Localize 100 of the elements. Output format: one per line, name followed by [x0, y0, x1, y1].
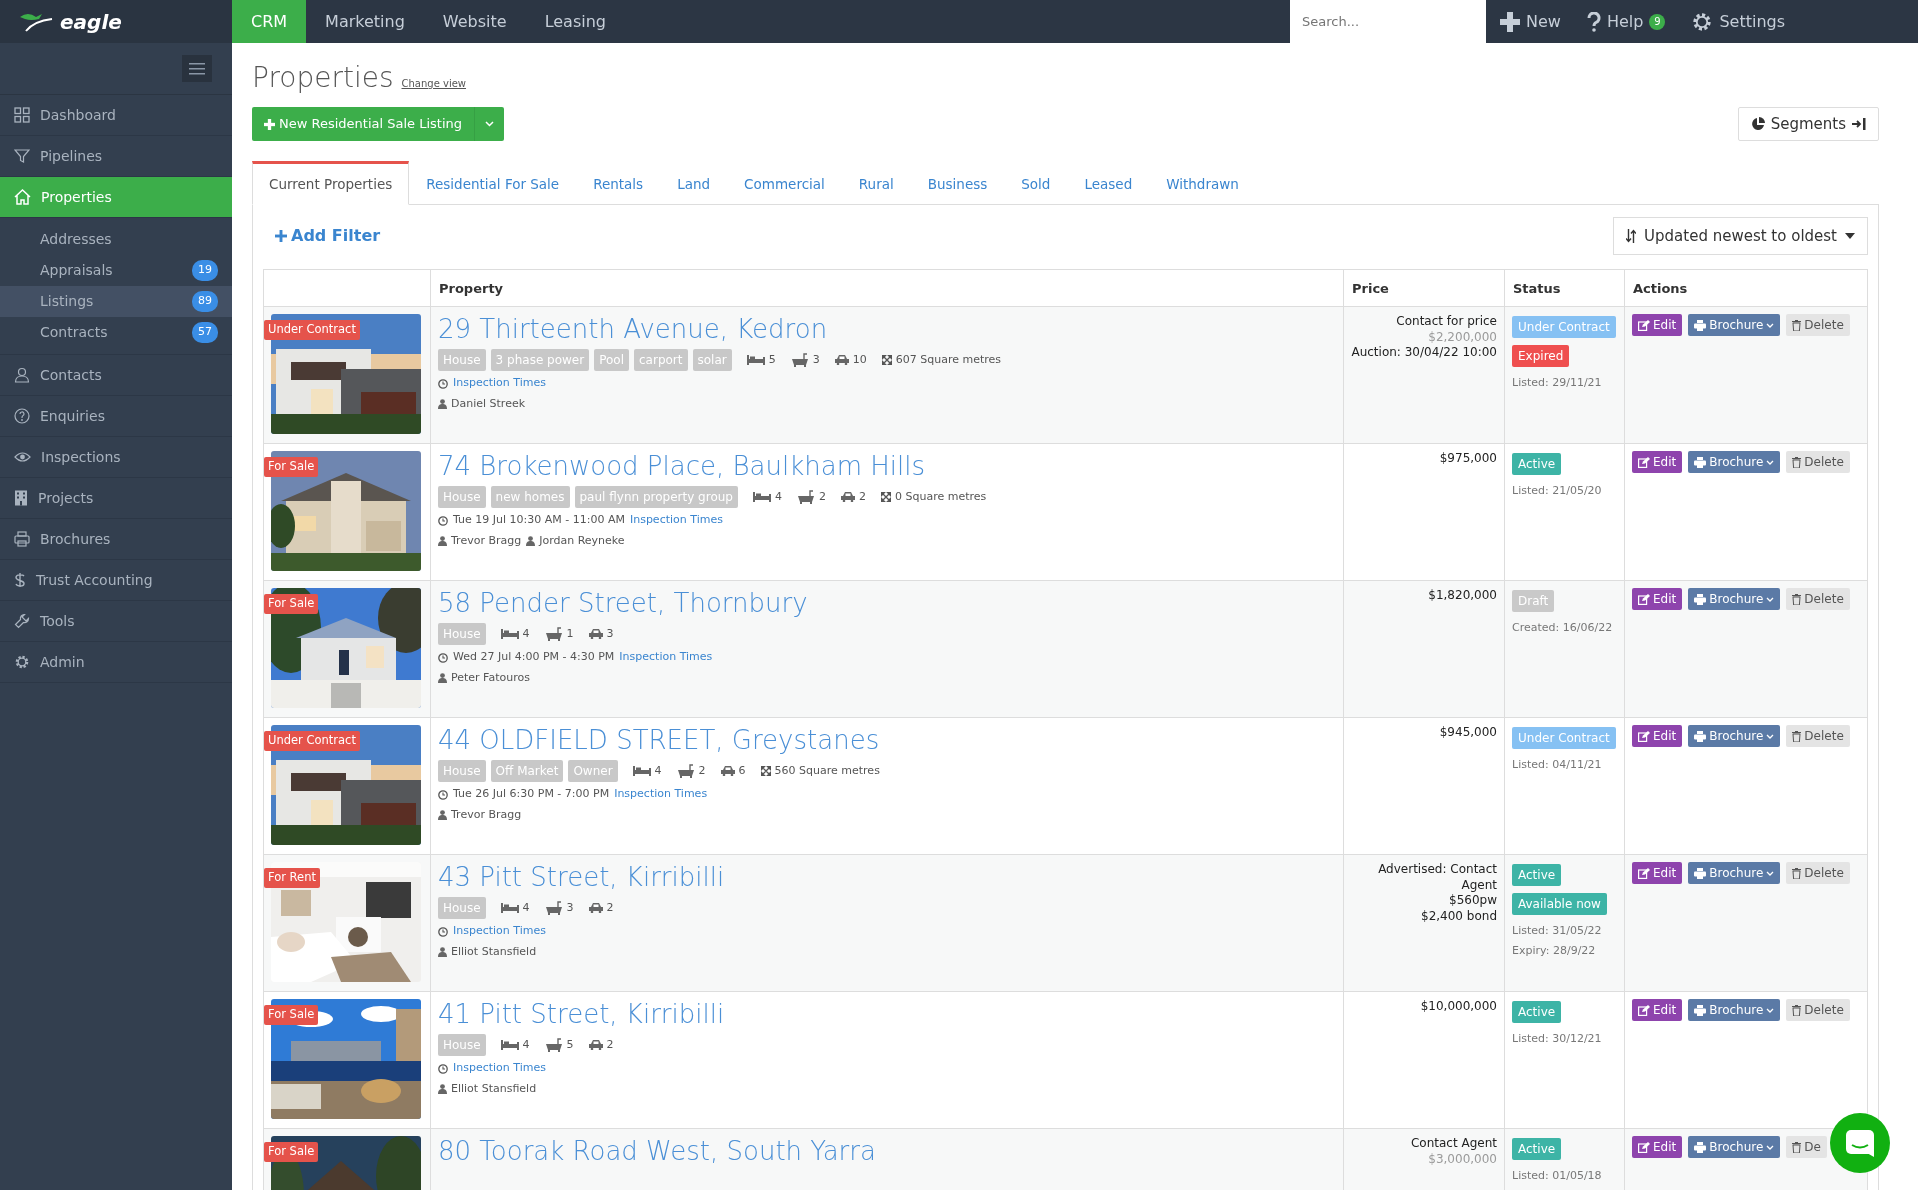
sidebar-item[interactable]: Admin: [0, 642, 232, 683]
nav-tab[interactable]: Leasing: [525, 0, 625, 43]
clock-icon: [438, 926, 448, 937]
sidebar-subitem[interactable]: Contracts 57: [0, 317, 232, 348]
inspection-times-link[interactable]: Inspection Times: [619, 649, 713, 666]
listing-tab[interactable]: Land: [660, 161, 728, 206]
inspection-times-link[interactable]: Inspection Times: [614, 786, 708, 803]
sidebar-item[interactable]: Dashboard: [0, 95, 232, 136]
contacts-icon: [14, 367, 30, 383]
inspection-times-link[interactable]: Inspection Times: [453, 923, 546, 940]
brochure-button[interactable]: Brochure: [1688, 725, 1781, 748]
delete-button[interactable]: De: [1786, 1136, 1827, 1159]
nav-tab[interactable]: Marketing: [306, 0, 424, 43]
sort-dropdown[interactable]: Updated newest to oldest: [1613, 217, 1868, 256]
sidebar-subitem[interactable]: Addresses: [0, 224, 232, 255]
brochure-button[interactable]: Brochure: [1688, 1136, 1781, 1159]
property-title-link[interactable]: 74 Brokenwood Place, Baulkham Hills: [438, 451, 925, 483]
agent-name: Peter Fatouros: [451, 669, 530, 686]
inspection-times-link[interactable]: Inspection Times: [453, 375, 546, 392]
search-field[interactable]: Search...: [1290, 0, 1486, 43]
sidebar-item[interactable]: Brochures: [0, 519, 232, 560]
brochure-button[interactable]: Brochure: [1688, 314, 1781, 337]
printer-icon: [1694, 456, 1707, 468]
sidebar-item[interactable]: Inspections: [0, 437, 232, 478]
count-badge: 19: [192, 260, 218, 281]
user-icon: [438, 1084, 447, 1095]
printer-icon: [1694, 593, 1707, 605]
edit-button[interactable]: Edit: [1632, 1136, 1683, 1159]
feature-value: 607 Square metres: [895, 352, 1001, 369]
top-action-button[interactable]: Settings: [1691, 9, 1785, 34]
nav-tab[interactable]: CRM: [232, 0, 307, 43]
listing-tab[interactable]: Business: [910, 161, 1005, 206]
edit-button[interactable]: Edit: [1632, 451, 1683, 474]
bath-icon: [790, 353, 809, 368]
segments-button[interactable]: Segments: [1737, 107, 1879, 141]
delete-button[interactable]: Delete: [1786, 314, 1850, 337]
property-title-link[interactable]: 44 OLDFIELD STREET, Greystanes: [438, 725, 880, 757]
brochure-button[interactable]: Brochure: [1688, 451, 1781, 474]
edit-icon: [1638, 1004, 1650, 1016]
listing-tab[interactable]: Withdrawn: [1149, 161, 1256, 206]
delete-button[interactable]: Delete: [1786, 451, 1850, 474]
inspection-times-link[interactable]: Inspection Times: [629, 512, 723, 529]
nav-tab[interactable]: Website: [423, 0, 526, 43]
chat-icon: [1845, 1129, 1875, 1157]
property-title-link[interactable]: 41 Pitt Street, Kirribilli: [438, 999, 725, 1031]
sidebar-item[interactable]: Properties: [0, 177, 232, 218]
trash-icon: [1792, 867, 1802, 879]
agent-name: Elliot Stansfield: [451, 1080, 537, 1097]
listing-tab[interactable]: Residential For Sale: [409, 161, 577, 206]
feature-value: 5: [566, 1037, 574, 1054]
sidebar-item[interactable]: Projects: [0, 478, 232, 519]
chat-button[interactable]: [1830, 1113, 1890, 1173]
column-header: Price: [1343, 269, 1505, 307]
property-title-link[interactable]: 43 Pitt Street, Kirribilli: [438, 862, 725, 894]
count-badge: 89: [192, 291, 218, 312]
printer-icon: [1694, 319, 1707, 331]
delete-button[interactable]: Delete: [1786, 588, 1850, 611]
pie-chart-icon: [1750, 117, 1765, 131]
listing-tab[interactable]: Sold: [1004, 161, 1068, 206]
feature-value: 2: [606, 900, 614, 917]
delete-button[interactable]: Delete: [1786, 862, 1850, 885]
listing-ribbon: For Sale: [264, 594, 319, 614]
listing-tab[interactable]: Rural: [841, 161, 911, 206]
change-view-link[interactable]: Change view: [401, 76, 466, 91]
status-badge: Expired: [1512, 345, 1570, 368]
brochure-button[interactable]: Brochure: [1688, 862, 1781, 885]
listing-tab[interactable]: Rentals: [576, 161, 661, 206]
brochure-button[interactable]: Brochure: [1688, 588, 1781, 611]
sidebar-item[interactable]: Tools: [0, 601, 232, 642]
edit-button[interactable]: Edit: [1632, 999, 1683, 1022]
bath-icon: [544, 627, 563, 642]
menu-icon: [189, 62, 205, 75]
brochure-button[interactable]: Brochure: [1688, 999, 1781, 1022]
delete-button[interactable]: Delete: [1786, 999, 1850, 1022]
sidebar-item[interactable]: Enquiries: [0, 396, 232, 437]
sidebar-subitem[interactable]: Appraisals 19: [0, 255, 232, 286]
add-filter-link[interactable]: Add Filter: [275, 224, 381, 249]
menu-button[interactable]: [182, 55, 212, 82]
delete-button[interactable]: Delete: [1786, 725, 1850, 748]
top-action-button[interactable]: Help 9: [1586, 9, 1666, 34]
property-title-link[interactable]: 29 Thirteenth Avenue, Kedron: [438, 314, 828, 346]
sidebar-item[interactable]: Trust Accounting: [0, 560, 232, 601]
status-badge: Active: [1512, 864, 1562, 887]
edit-button[interactable]: Edit: [1632, 314, 1683, 337]
edit-button[interactable]: Edit: [1632, 588, 1683, 611]
edit-button[interactable]: Edit: [1632, 862, 1683, 885]
sidebar-item[interactable]: Contacts: [0, 355, 232, 396]
sidebar-label: Listings: [40, 292, 94, 311]
settings-icon: [1691, 10, 1714, 33]
new-listing-button[interactable]: New Residential Sale Listing: [252, 107, 504, 141]
listing-tab[interactable]: Leased: [1067, 161, 1150, 206]
listing-tab[interactable]: Current Properties: [252, 161, 410, 206]
sidebar-subitem[interactable]: Listings 89: [0, 286, 232, 317]
listing-tab[interactable]: Commercial: [727, 161, 842, 206]
edit-button[interactable]: Edit: [1632, 725, 1683, 748]
top-action-button[interactable]: New: [1500, 9, 1561, 34]
property-title-link[interactable]: 58 Pender Street, Thornbury: [438, 588, 808, 620]
listing-ribbon: For Sale: [264, 1005, 319, 1025]
inspection-times-link[interactable]: Inspection Times: [453, 1060, 546, 1077]
trash-icon: [1792, 593, 1802, 605]
